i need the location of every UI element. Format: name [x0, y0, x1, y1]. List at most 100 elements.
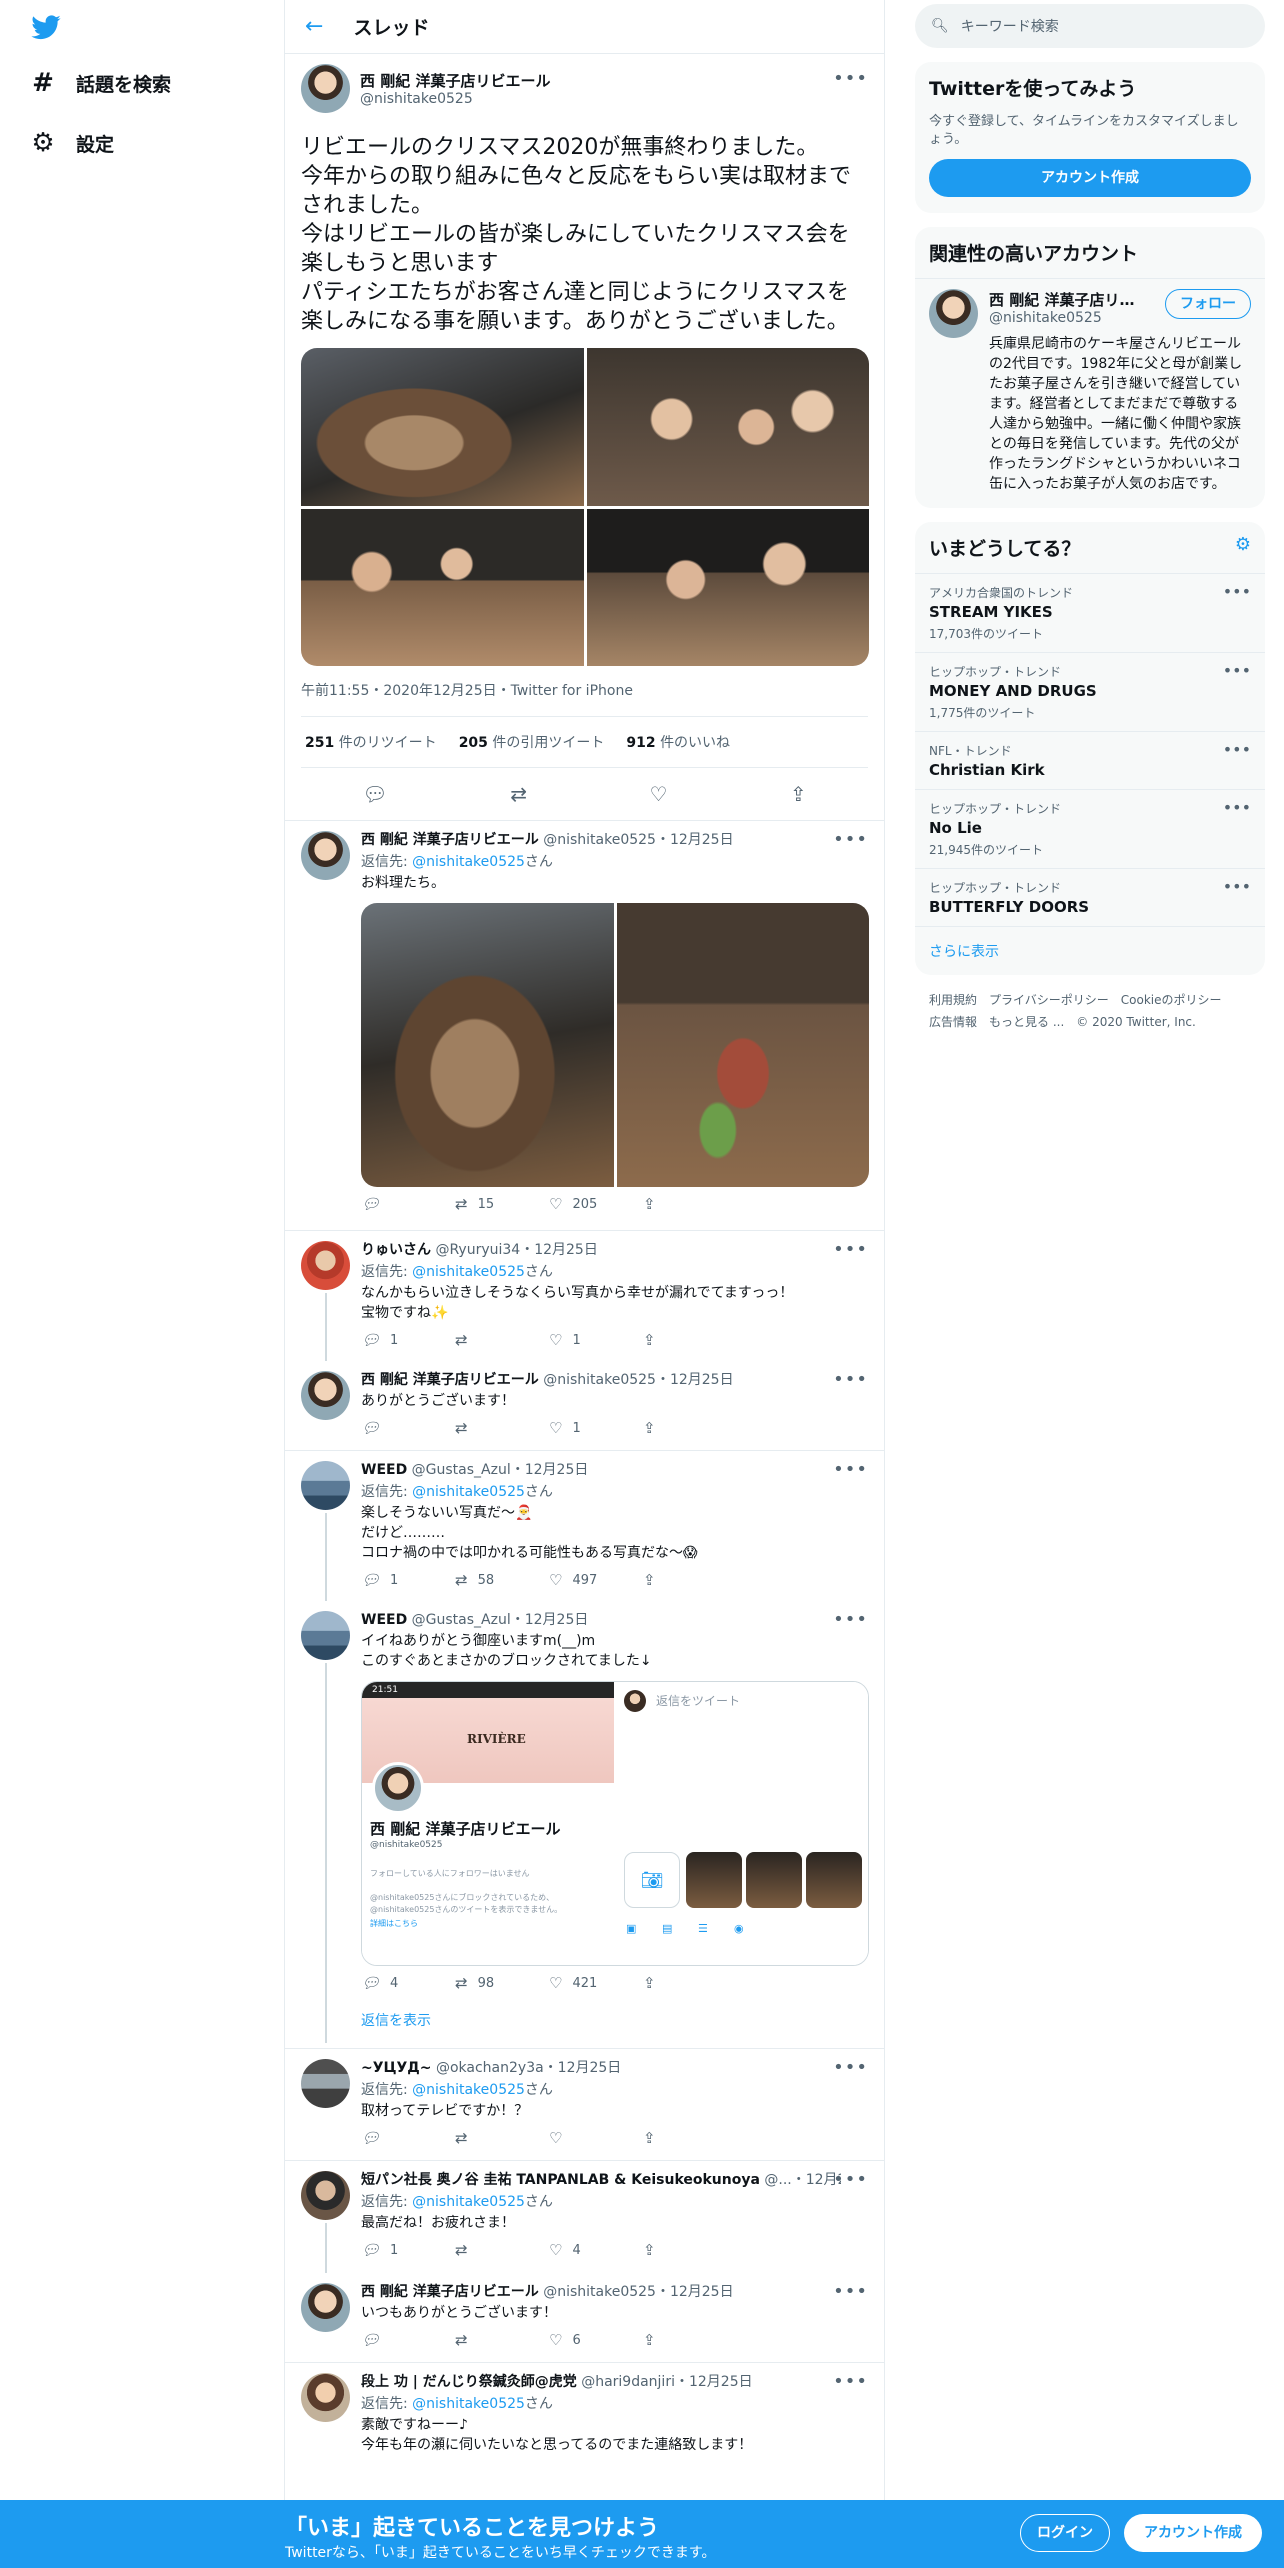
more-icon[interactable]: •••	[833, 2371, 868, 2392]
retweet-button[interactable]: ⇄ 58	[455, 1571, 549, 1589]
avatar[interactable]	[301, 64, 350, 113]
reply-button[interactable]: 💬︎ 4	[361, 1974, 455, 1992]
retweet-button[interactable]: ⇄ 15	[455, 1195, 549, 1213]
like-button[interactable]: ♡ 1	[549, 1331, 643, 1349]
search-input[interactable]: キーワード検索	[961, 16, 1059, 36]
photo-buffet[interactable]	[616, 903, 869, 1187]
trend-item[interactable]: ••• アメリカ合衆国のトレンド STREAM YIKES 17,703件のツイート	[915, 573, 1265, 652]
back-arrow-icon[interactable]: ←	[305, 14, 323, 39]
avatar[interactable]	[301, 2283, 350, 2332]
retweet-button[interactable]: ⇄	[455, 1419, 549, 1437]
avatar[interactable]	[301, 1611, 350, 1660]
more-icon[interactable]: •••	[1223, 661, 1251, 680]
reply-button[interactable]: 💬︎	[361, 1195, 455, 1213]
reply-tweet[interactable]: ••• 西 剛紀 洋菓子店リビエール @nishitake0525・12月25日…	[285, 821, 884, 1231]
like-button[interactable]: ♡	[549, 2129, 643, 2147]
share-icon[interactable]: ⇪	[790, 782, 807, 806]
reply-tweet[interactable]: ••• WEED @Gustas_Azul・12月25日 返信先: @nishi…	[285, 1451, 884, 1601]
retweet-icon[interactable]: ⇄	[510, 782, 527, 806]
reply-tweet[interactable]: ••• 短パン社長 奥ノ谷 圭祐 TANPANLAB & Keisukeokun…	[285, 2161, 884, 2273]
more-icon[interactable]: •••	[833, 2169, 868, 2190]
author-name[interactable]: 西 剛紀 洋菓子店リビエール	[361, 832, 539, 848]
more-icon[interactable]: •••	[833, 2057, 868, 2078]
photo-group-selfie[interactable]	[586, 348, 869, 506]
footer-links[interactable]: 利用規約 プライバシーポリシー Cookieのポリシー 広告情報 もっと見る .…	[915, 975, 1265, 1047]
embedded-screenshot[interactable]: 21:51 RIVIÈRE 西 剛紀 洋菓子店リビエール @nishitake0…	[361, 1681, 869, 1966]
twitter-logo-icon[interactable]	[28, 12, 64, 44]
avatar[interactable]	[301, 1461, 350, 1510]
author-name[interactable]: 西 剛紀 洋菓子店リビエール	[361, 2284, 539, 2300]
retweet-count[interactable]: 251 件のリツイート	[305, 732, 437, 752]
reply-tweet[interactable]: ••• 段上 功 | だんじり祭鍼灸師@虎党 @hari9danjiri・12月…	[285, 2363, 884, 2483]
nav-settings[interactable]: ⚙ 設定	[28, 128, 114, 158]
more-icon[interactable]: •••	[1223, 877, 1251, 896]
trend-item[interactable]: ••• ヒップホップ・トレンド BUTTERFLY DOORS	[915, 868, 1265, 926]
retweet-button[interactable]: ⇄ 98	[455, 1974, 549, 1992]
gear-icon[interactable]: ⚙	[1235, 534, 1251, 555]
trend-item[interactable]: ••• ヒップホップ・トレンド MONEY AND DRUGS 1,775件のツイート	[915, 652, 1265, 731]
nav-explore[interactable]: # 話題を検索	[28, 68, 171, 98]
more-icon[interactable]: •••	[833, 68, 868, 89]
more-icon[interactable]: •••	[833, 2281, 868, 2302]
retweet-button[interactable]: ⇄	[455, 2241, 549, 2259]
avatar[interactable]	[301, 831, 350, 880]
reply-button[interactable]: 💬︎ 1	[361, 1571, 455, 1589]
login-button[interactable]: ログイン	[1020, 2514, 1110, 2552]
create-account-button[interactable]: アカウント作成	[929, 159, 1251, 197]
like-button[interactable]: ♡ 1	[549, 1419, 643, 1437]
like-count[interactable]: 912 件のいいね	[626, 732, 730, 752]
photo-party-guests[interactable]	[586, 508, 869, 666]
retweet-button[interactable]: ⇄	[455, 1331, 549, 1349]
reply-tweet[interactable]: ••• りゅいさん @Ryuryui34・12月25日 返信先: @nishit…	[285, 1231, 884, 1361]
avatar[interactable]	[301, 2059, 350, 2108]
author-name[interactable]: 短パン社長 奥ノ谷 圭祐 TANPANLAB & Keisukeokunoya	[361, 2172, 760, 2188]
author-name[interactable]: ~УЦУД~	[361, 2060, 432, 2076]
avatar[interactable]	[301, 1371, 350, 1420]
photo-food[interactable]	[361, 903, 614, 1187]
reply-tweet[interactable]: ••• 西 剛紀 洋菓子店リビエール @nishitake0525・12月25日…	[285, 2273, 884, 2363]
reply-to-link[interactable]: @nishitake0525	[412, 2396, 525, 2412]
reply-button[interactable]: 💬︎	[361, 2129, 455, 2147]
like-button[interactable]: ♡ 6	[549, 2331, 643, 2349]
follow-button[interactable]: フォロー	[1165, 289, 1251, 319]
show-more-link[interactable]: さらに表示	[915, 926, 1265, 975]
avatar[interactable]	[929, 289, 978, 338]
reply-icon[interactable]: 💬︎	[362, 782, 387, 806]
author-handle[interactable]: @nishitake0525	[360, 91, 550, 107]
retweet-button[interactable]: ⇄	[455, 2129, 549, 2147]
show-replies-link[interactable]: 返信を表示	[361, 2000, 868, 2042]
trend-item[interactable]: ••• ヒップホップ・トレンド No Lie 21,945件のツイート	[915, 789, 1265, 868]
share-button[interactable]: ⇪	[643, 2241, 737, 2259]
reply-tweet[interactable]: ••• ~УЦУД~ @okachan2y3a・12月25日 返信先: @nis…	[285, 2049, 884, 2161]
more-icon[interactable]: •••	[833, 1459, 868, 1480]
more-icon[interactable]: •••	[833, 829, 868, 850]
share-button[interactable]: ⇪	[643, 1419, 737, 1437]
reply-to-link[interactable]: @nishitake0525	[412, 2082, 525, 2098]
reply-button[interactable]: 💬︎	[361, 2331, 455, 2349]
share-button[interactable]: ⇪	[643, 2129, 737, 2147]
more-icon[interactable]: •••	[833, 1609, 868, 1630]
reply-tweet[interactable]: ••• WEED @Gustas_Azul・12月25日 イイねありがとう御座い…	[285, 1601, 884, 2049]
reply-to-link[interactable]: @nishitake0525	[412, 2194, 525, 2210]
trend-item[interactable]: ••• NFL・トレンド Christian Kirk	[915, 731, 1265, 789]
like-button[interactable]: ♡ 205	[549, 1195, 643, 1213]
like-button[interactable]: ♡ 421	[549, 1974, 643, 1992]
search-box[interactable]: 🔍︎ キーワード検索	[915, 4, 1265, 48]
reply-to-link[interactable]: @nishitake0525	[412, 854, 525, 870]
avatar[interactable]	[301, 2373, 350, 2422]
reply-button[interactable]: 💬︎ 1	[361, 2241, 455, 2259]
author-name[interactable]: WEED	[361, 1462, 407, 1478]
more-icon[interactable]: •••	[1223, 740, 1251, 759]
related-account[interactable]: 西 剛紀 洋菓子店リビ... @nishitake0525 フォロー 兵庫県尼崎…	[915, 278, 1265, 508]
related-name[interactable]: 西 剛紀 洋菓子店リビ...	[989, 283, 1149, 310]
quote-count[interactable]: 205 件の引用ツイート	[459, 732, 605, 752]
author-name[interactable]: 西 剛紀 洋菓子店リビエール	[361, 1372, 539, 1388]
author-name[interactable]: 段上 功 | だんじり祭鍼灸師@虎党	[361, 2374, 577, 2390]
author-name[interactable]: りゅいさん	[361, 1242, 431, 1258]
reply-to-link[interactable]: @nishitake0525	[412, 1264, 525, 1280]
photo-party-table[interactable]	[301, 508, 584, 666]
share-button[interactable]: ⇪	[643, 1571, 737, 1589]
share-button[interactable]: ⇪	[643, 2331, 737, 2349]
share-button[interactable]: ⇪	[643, 1331, 737, 1349]
reply-button[interactable]: 💬︎ 1	[361, 1331, 455, 1349]
